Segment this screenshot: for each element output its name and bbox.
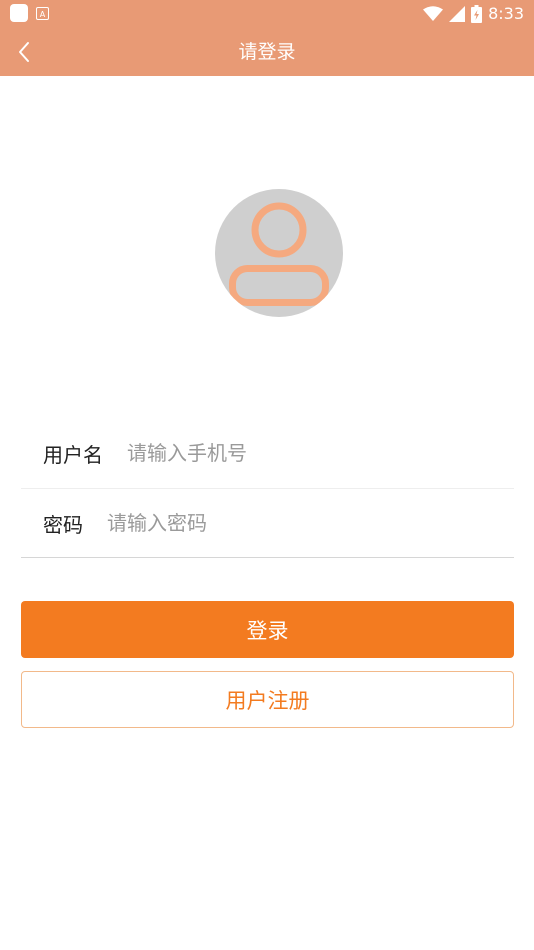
- status-bar: A 8:33: [0, 0, 534, 28]
- login-button[interactable]: 登录: [21, 601, 514, 658]
- status-time: 8:33: [488, 4, 524, 23]
- username-label: 用户名: [43, 442, 103, 467]
- status-left-icons: A: [10, 4, 49, 22]
- username-input[interactable]: [127, 441, 514, 465]
- password-label: 密码: [43, 512, 83, 537]
- app-bar: 请登录: [0, 28, 534, 76]
- page-title: 请登录: [238, 41, 296, 63]
- battery-icon: [471, 5, 483, 23]
- username-row: 用户名: [21, 418, 514, 488]
- password-input[interactable]: [107, 511, 514, 535]
- divider: [21, 557, 514, 558]
- a-keyboard-icon: A: [36, 6, 49, 20]
- user-avatar-icon: [229, 202, 329, 306]
- password-row: 密码: [21, 488, 514, 558]
- avatar[interactable]: [215, 189, 343, 317]
- app-notification-icon: [10, 4, 28, 22]
- signal-icon: [449, 6, 466, 22]
- wifi-icon: [423, 6, 444, 21]
- status-right-icons: 8:33: [423, 2, 524, 26]
- register-button[interactable]: 用户注册: [21, 671, 514, 728]
